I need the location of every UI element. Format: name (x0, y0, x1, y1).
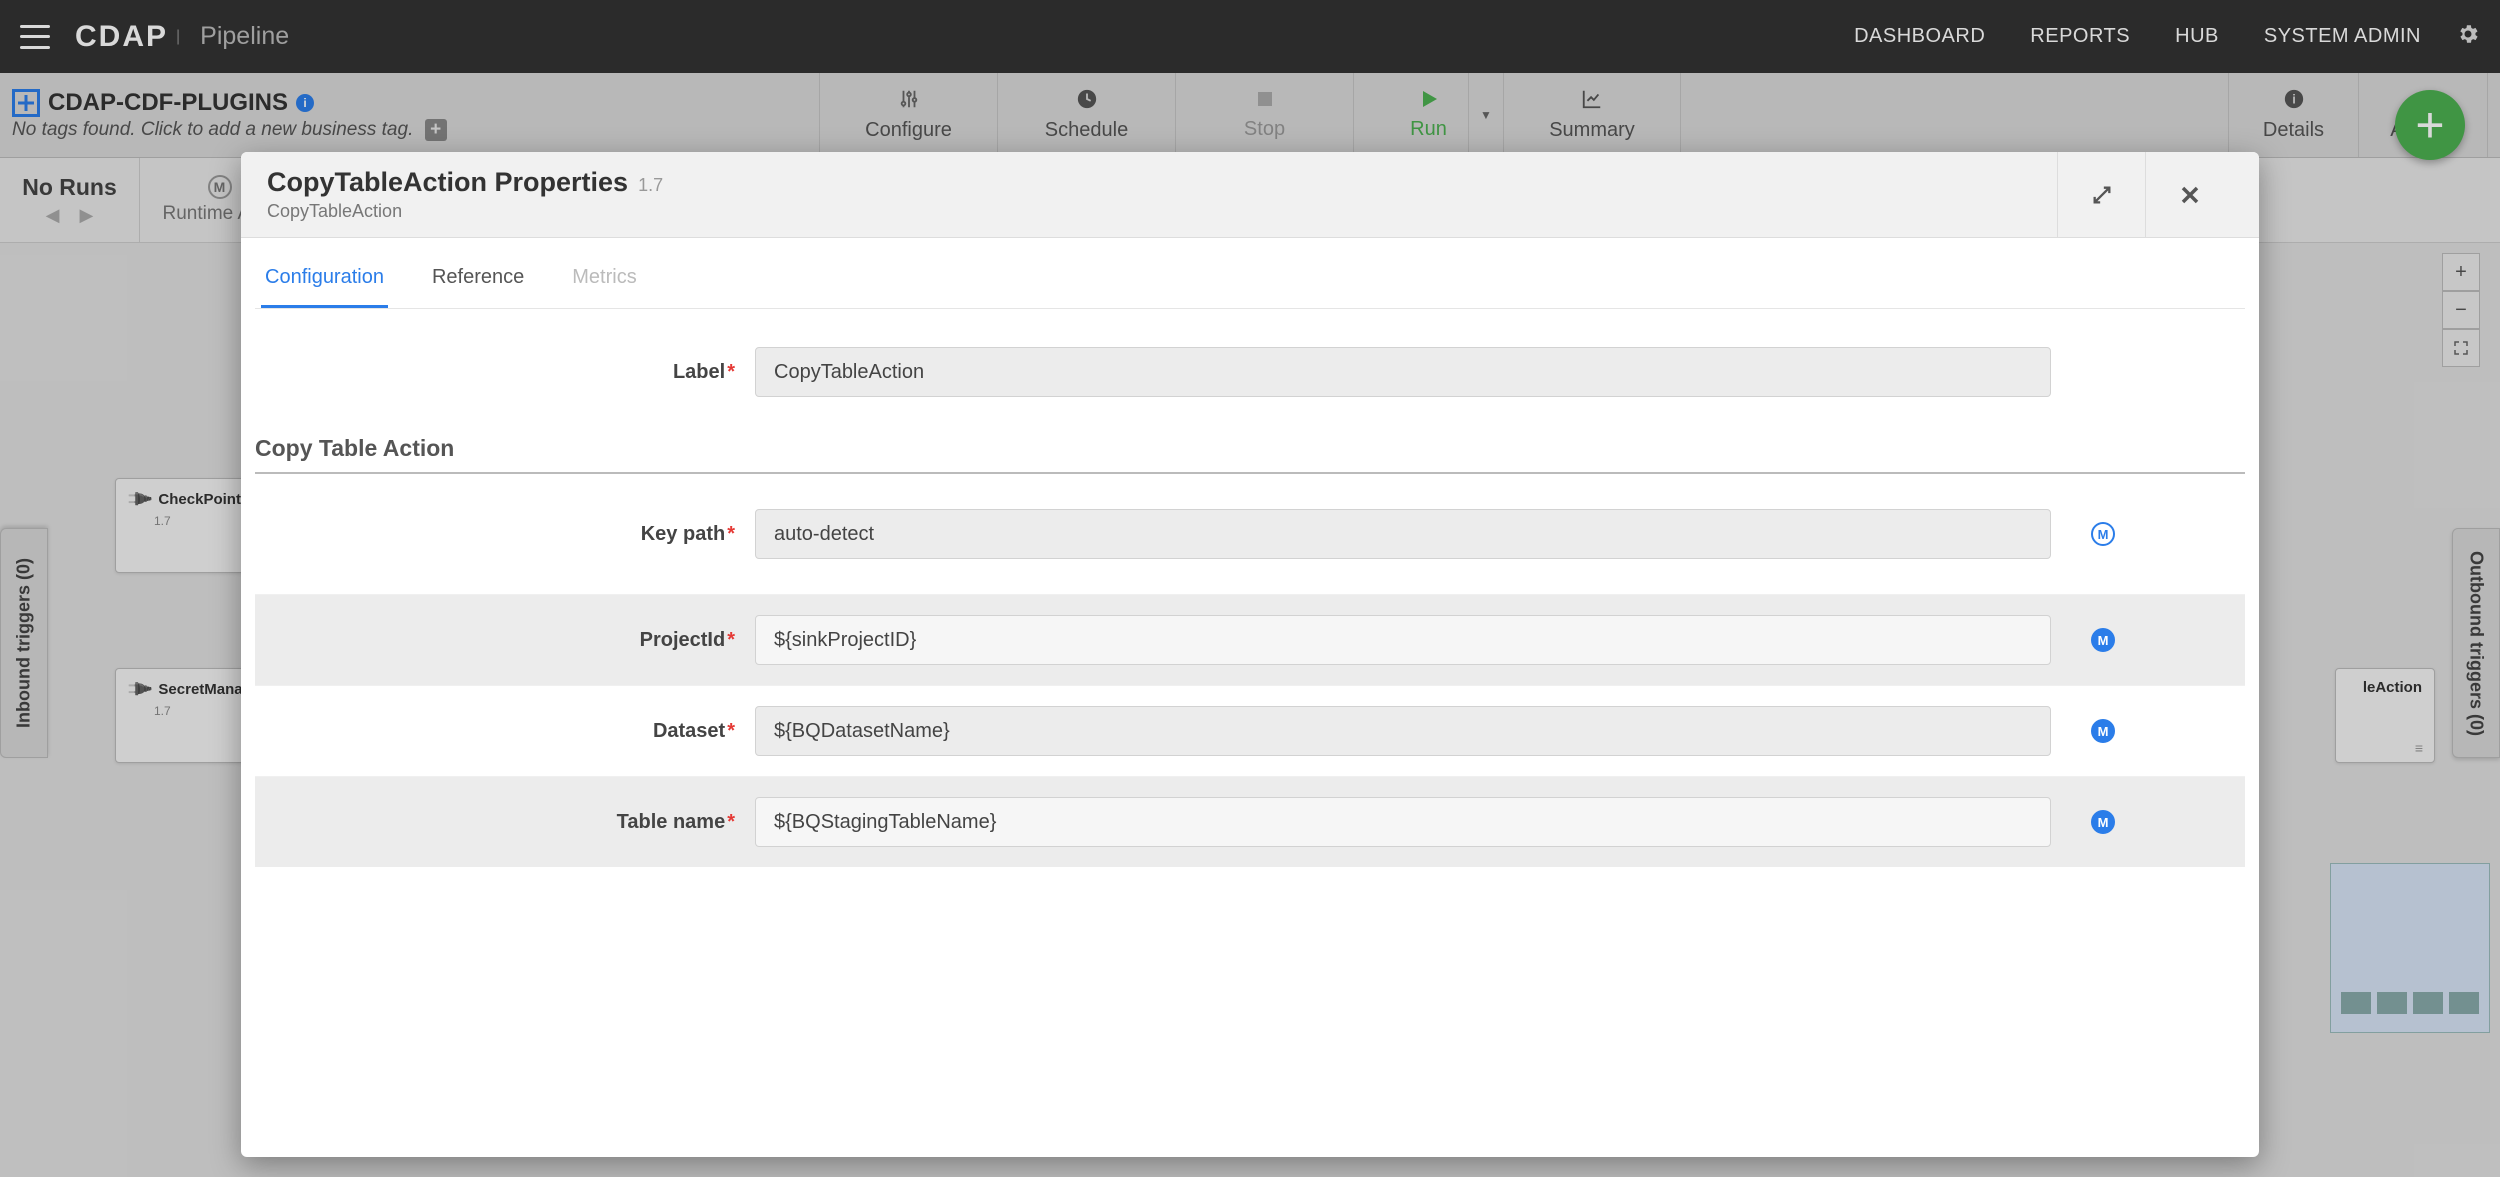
modal-body: Configuration Reference Metrics Label* C… (241, 238, 2259, 1157)
dataset-label: Dataset* (255, 720, 755, 743)
key-path-input[interactable] (755, 509, 2051, 559)
modal-version: 1.7 (638, 175, 663, 196)
macro-toggle-active[interactable]: M (2091, 628, 2115, 652)
tab-configuration[interactable]: Configuration (261, 252, 388, 308)
project-id-label: ProjectId* (255, 629, 755, 652)
macro-toggle[interactable]: M (2091, 522, 2115, 546)
modal-title: CopyTableAction Properties (267, 167, 628, 198)
macro-toggle-active[interactable]: M (2091, 810, 2115, 834)
modal-subtitle: CopyTableAction (267, 201, 663, 222)
tab-reference[interactable]: Reference (428, 252, 528, 308)
project-id-input[interactable] (755, 615, 2051, 665)
modal-tabs: Configuration Reference Metrics (255, 252, 2245, 309)
close-icon[interactable] (2145, 152, 2233, 237)
label-label: Label* (255, 361, 755, 384)
expand-icon[interactable] (2057, 152, 2145, 237)
properties-modal: CopyTableAction Properties 1.7 CopyTable… (241, 152, 2259, 1157)
label-input[interactable] (755, 347, 2051, 397)
key-path-label: Key path* (255, 523, 755, 546)
section-heading: Copy Table Action (255, 417, 2245, 474)
macro-toggle-active[interactable]: M (2091, 719, 2115, 743)
tab-metrics: Metrics (568, 252, 640, 308)
table-name-label: Table name* (255, 811, 755, 834)
table-name-input[interactable] (755, 797, 2051, 847)
modal-header: CopyTableAction Properties 1.7 CopyTable… (241, 152, 2259, 238)
dataset-input[interactable] (755, 706, 2051, 756)
